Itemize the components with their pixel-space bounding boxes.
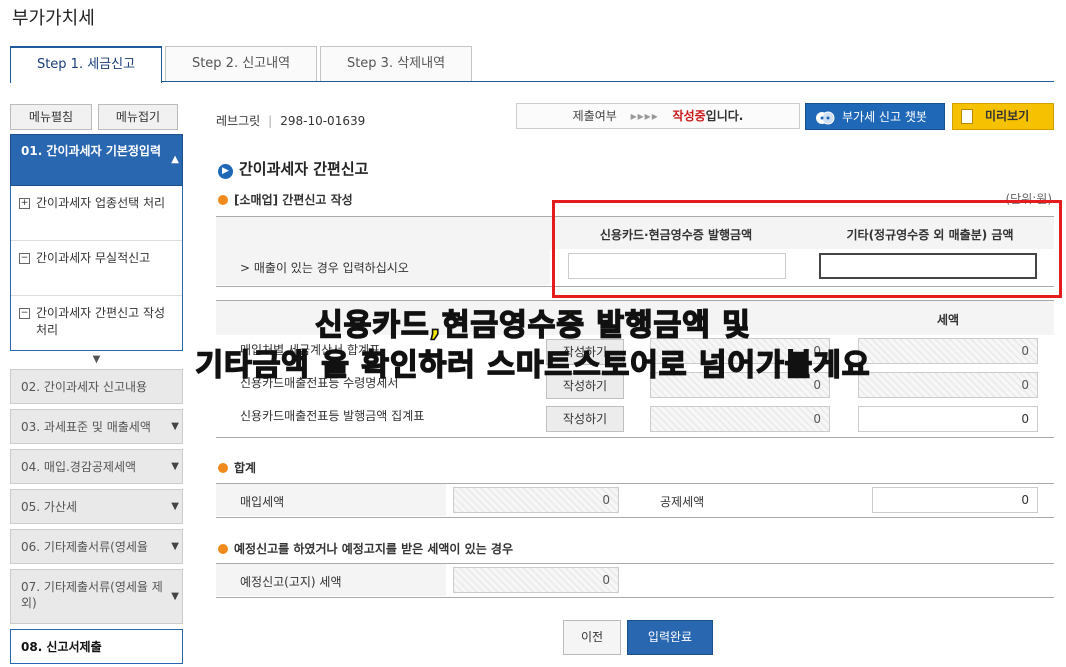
submission-status: 제출여부 ▸▸▸▸ 작성중입니다. [516,103,800,129]
deduct-tax-label: 공제세액 [660,495,705,509]
menu-collapse-button[interactable]: 메뉴접기 [98,104,178,130]
deduct-tax-input[interactable]: 0 [872,487,1038,513]
preliminary-tax-field: 0 [453,567,619,593]
menu-expand-button[interactable]: 메뉴펼침 [10,104,92,130]
step-tabs: Step 1. 세금신고 Step 2. 신고내역 Step 3. 삭제내역 [10,46,1054,83]
overlay-caption-line2: 기타금액 을 확인하러 스마트스토어로 넘어가볼게요 [195,347,871,384]
submenu-item-label: 간이과세자 무실적신고 [36,251,151,265]
arrow-right-circle-icon: ▶ [218,164,233,179]
purchase-row-label: 신용카드매출전표등 발행금액 집계표 [240,409,425,423]
section-title: ▶ 간이과세자 간편신고 [218,158,368,179]
business-number: 298-10-01639 [280,114,366,128]
sidebar-item-label: 03. 과세표준 및 매출세액 [21,420,151,434]
tab-step1[interactable]: Step 1. 세금신고 [10,46,162,83]
sidebar-item-08[interactable]: 08. 신고서제출 [10,629,183,664]
bullet-icon [218,195,228,205]
vat-chatbot-button[interactable]: 부가세 신고 챗봇 [805,103,945,130]
chevron-up-icon: ▲ [171,154,179,165]
preliminary-title: 예정신고를 하였거나 예정고지를 받은 세액이 있는 경우 [218,540,513,557]
table-border [216,597,1054,598]
chevron-down-icon: ▼ [171,459,179,475]
submenu-item-no-activity[interactable]: − 간이과세자 무실적신고 [11,240,182,295]
chevron-down-icon: ▼ [171,499,179,515]
complete-input-button[interactable]: 입력완료 [627,620,713,655]
table-border [216,517,1054,518]
table-border [216,437,1054,438]
tab-step3[interactable]: Step 3. 삭제내역 [320,46,472,81]
sidebar-item-07[interactable]: 07. 기타제출서류(영세율 제외) ▼ [10,569,183,624]
tab-step2[interactable]: Step 2. 신고내역 [165,46,317,81]
preview-button[interactable]: 미리보기 [952,103,1054,130]
chatbot-icon [814,109,836,127]
business-name: 레브그릿 [216,114,261,128]
status-label: 제출여부 [572,109,617,123]
status-state-suffix: 입니다. [705,109,744,123]
sidebar-item-label: 01. 간이과세자 기본정입력 [21,144,162,158]
status-arrows: ▸▸▸▸ [630,109,659,123]
submenu-item-industry-select[interactable]: + 간이과세자 업종선택 처리 [11,186,182,240]
prev-button[interactable]: 이전 [563,620,621,655]
preview-label: 미리보기 [985,109,1030,123]
sidebar: 01. 간이과세자 기본정입력 ▲ + 간이과세자 업종선택 처리 − 간이과세… [10,134,183,667]
preliminary-tax-label: 예정신고(고지) 세액 [240,575,342,589]
sidebar-item-label: 05. 가산세 [21,500,78,514]
sales-row-label: > 매출이 있는 경우 입력하십시오 [240,261,409,275]
document-icon [961,109,973,124]
page-title: 부가가치세 [12,8,95,29]
sidebar-item-label: 06. 기타제출서류(영세율 [21,540,148,554]
purchase-tax-label: 매입세액 [240,495,285,509]
chevron-down-icon: ▼ [171,419,179,435]
status-state: 작성중 [672,109,706,123]
overlay-caption-line1: 신용카드,현금영수증 발행금액 및 [314,307,751,344]
bullet-icon [218,463,228,473]
sidebar-item-basic-info[interactable]: 01. 간이과세자 기본정입력 ▲ [10,134,183,186]
chevron-down-icon: ▼ [171,539,179,555]
sidebar-item-label: 04. 매입.경감공제세액 [21,460,137,474]
sidebar-item-label: 08. 신고서제출 [21,640,102,654]
sidebar-item-03[interactable]: 03. 과세표준 및 매출세액 ▼ [10,409,183,444]
purchase-tax-total-field: 0 [453,487,619,513]
sidebar-item-04[interactable]: 04. 매입.경감공제세액 ▼ [10,449,183,484]
submenu-item-label: 간이과세자 업종선택 처리 [36,196,166,210]
sidebar-item-label: 07. 기타제출서류(영세율 제외) [21,580,163,610]
business-info: 레브그릿 | 298-10-01639 [216,114,366,128]
purchase-tax-input[interactable]: 0 [858,406,1038,432]
write-button[interactable]: 작성하기 [546,406,624,432]
sidebar-item-05[interactable]: 05. 가산세 ▼ [10,489,183,524]
chevron-down-icon: ▼ [171,589,179,605]
minus-icon: − [19,253,30,264]
chatbot-label: 부가세 신고 챗봇 [842,110,927,124]
bullet-icon [218,544,228,554]
plus-icon: + [19,198,30,209]
total-title: 합계 [218,459,256,476]
sidebar-item-06[interactable]: 06. 기타제출서류(영세율 ▼ [10,529,183,564]
purchase-amount-field: 0 [650,406,830,432]
sales-title: [소매업] 간편신고 작성 [218,191,353,208]
highlight-box [552,200,1062,298]
